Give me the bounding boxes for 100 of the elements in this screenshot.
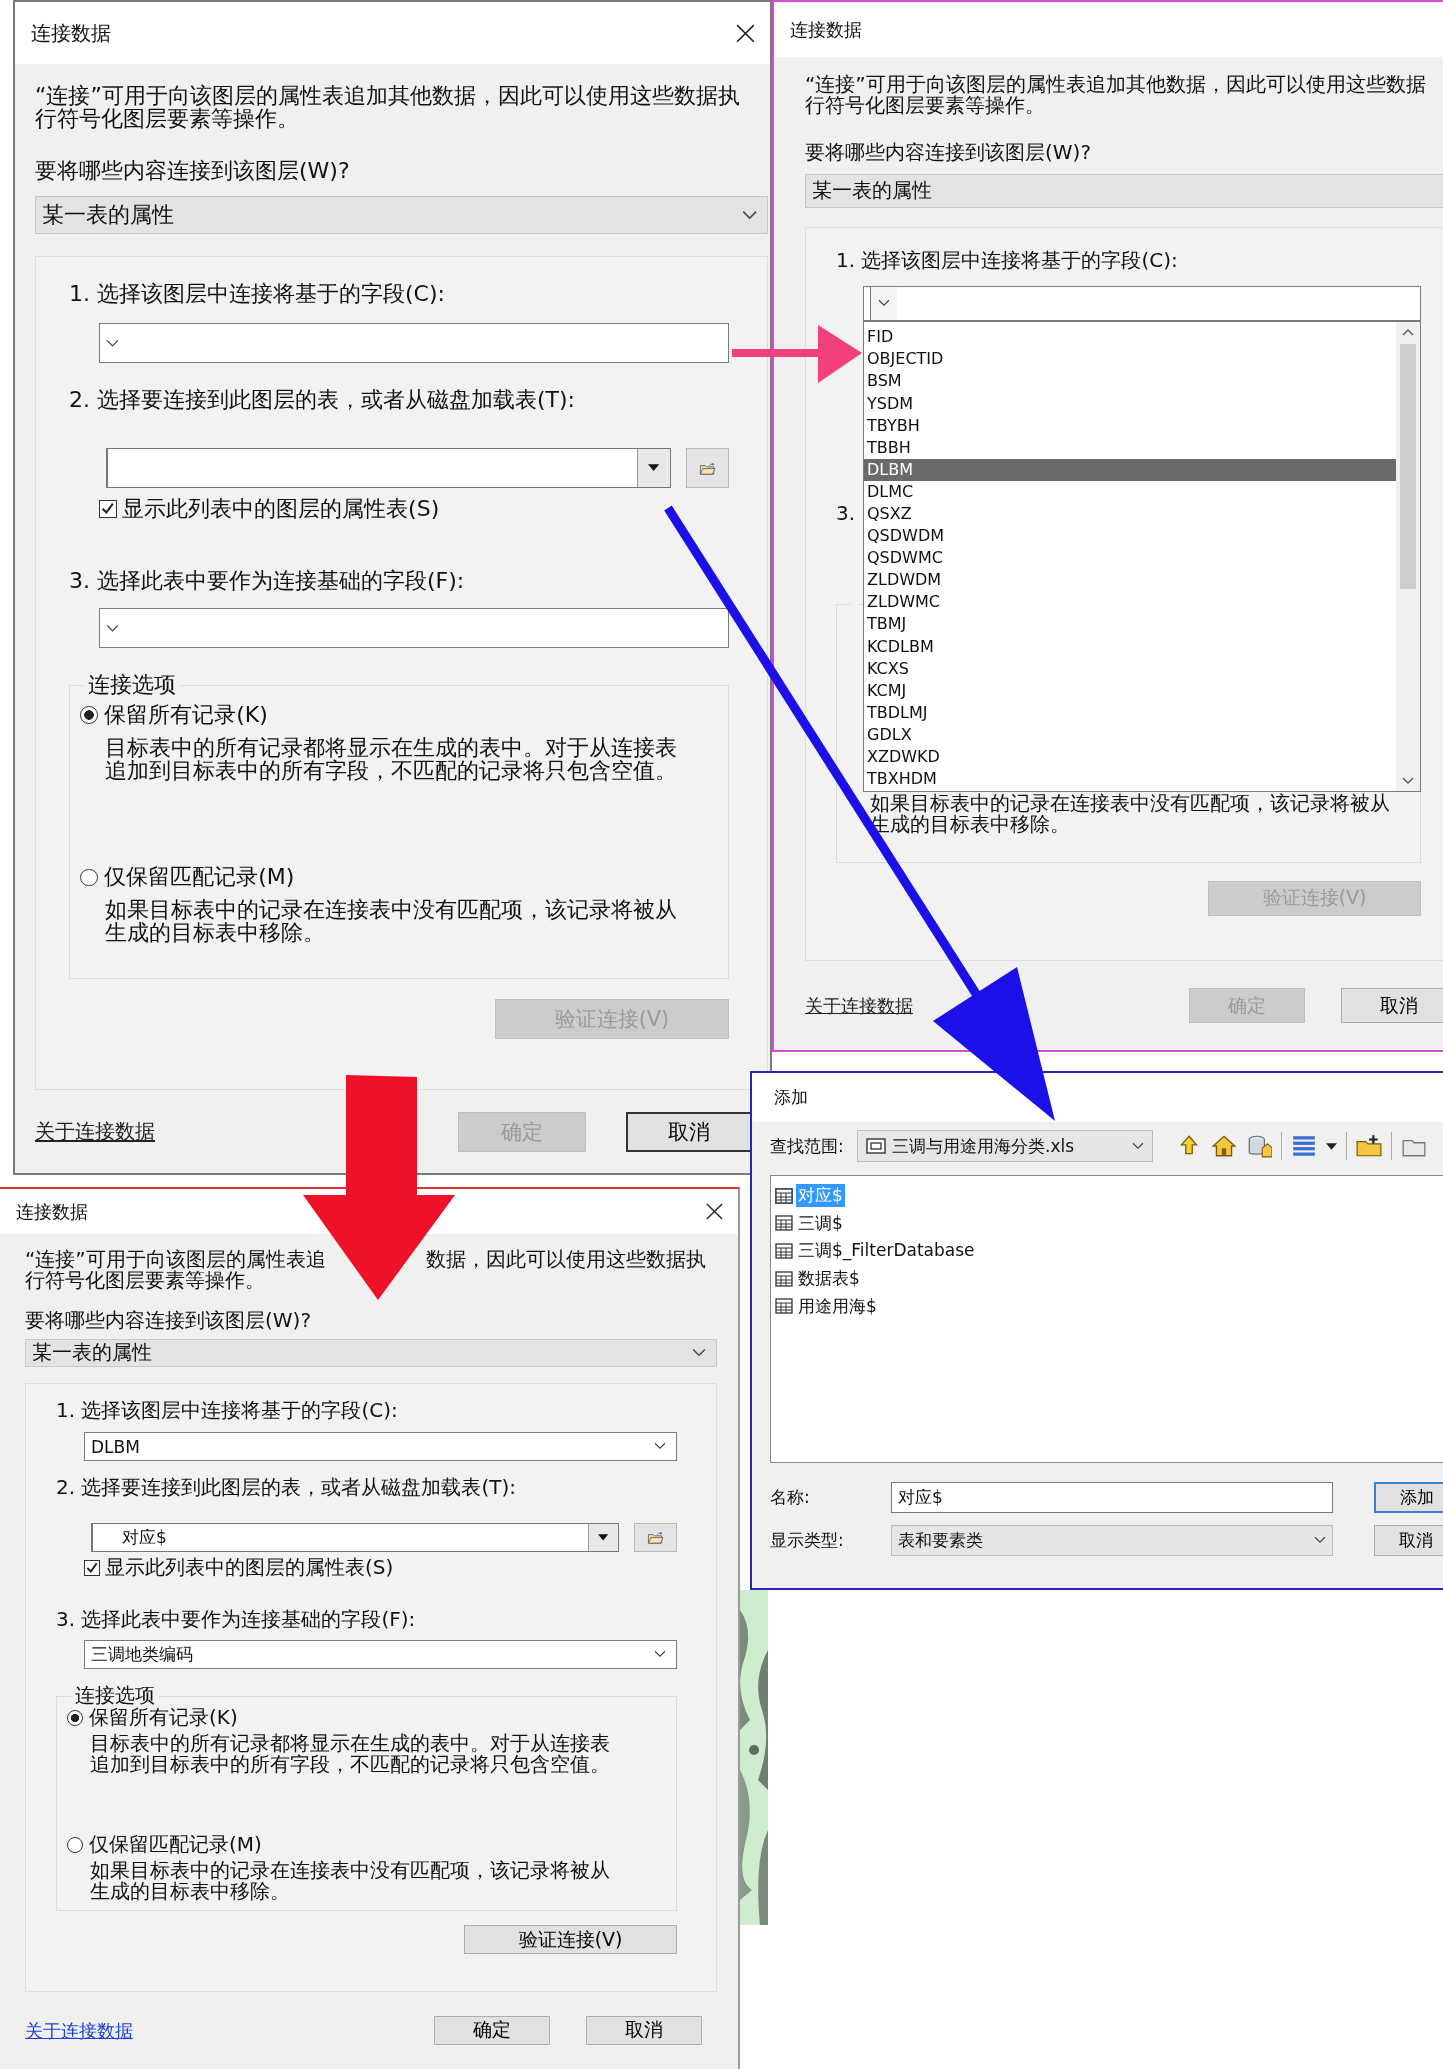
field-dropdown[interactable]: DLBM xyxy=(84,1431,677,1462)
list-item[interactable]: QSDWDM xyxy=(864,525,1396,548)
caret-icon xyxy=(648,464,660,472)
radio-button[interactable] xyxy=(67,1709,83,1726)
help-link[interactable]: 关于连接数据 xyxy=(805,993,913,1018)
table-combo-box[interactable]: 对应$ xyxy=(91,1523,620,1553)
list-item[interactable]: 用途用海$ xyxy=(775,1292,1443,1320)
look-in-label: 查找范围: xyxy=(770,1134,845,1158)
radio-label[interactable]: 仅保留匹配记录(M) xyxy=(89,1831,262,1859)
item-label[interactable]: 三调$_FilterDatabase xyxy=(796,1239,977,1263)
list-item[interactable]: 三调$_FilterDatabase xyxy=(775,1237,1443,1265)
checkbox[interactable] xyxy=(99,500,117,518)
join-type-dropdown[interactable]: 某一表的属性 xyxy=(805,174,1443,208)
step-label: 2. 选择要连接到此图层的表，或者从磁盘加载表(T): xyxy=(69,387,575,413)
list-item[interactable]: KCDLBM xyxy=(864,635,1396,658)
item-label[interactable]: 用途用海$ xyxy=(796,1294,879,1318)
option-description: 目标表中的所有记录都将显示在生成的表中。对于从连接表 追加到目标表中的所有字段，不匹配的记录将只包含空值。 xyxy=(105,736,679,783)
radio-button[interactable] xyxy=(80,868,98,887)
option-description: 如果目标表中的记录在连接表中没有匹配项，该记录将被从 生成的目标表中移除。 xyxy=(90,1859,611,1902)
chevron-icon xyxy=(106,338,120,348)
validate-button[interactable]: 验证连接(V) xyxy=(464,1925,677,1955)
caret-icon[interactable] xyxy=(1326,1142,1337,1150)
dropdown-button[interactable] xyxy=(587,1524,619,1552)
list-item[interactable]: 数据表$ xyxy=(775,1264,1443,1293)
step-label: 3. 选择此表中要作为连接基础的字段(F): xyxy=(69,568,465,594)
checkbox-label[interactable]: 显示此列表中的图层的属性表(S) xyxy=(105,1554,394,1582)
chevron-icon xyxy=(654,1650,666,1659)
database-icon[interactable] xyxy=(1246,1133,1272,1159)
dropdown-button[interactable] xyxy=(636,449,671,488)
add-folder-icon[interactable] xyxy=(1356,1133,1382,1159)
chevron-icon xyxy=(1314,1536,1326,1545)
field-dropdown[interactable] xyxy=(99,608,729,649)
checkbox[interactable] xyxy=(84,1559,100,1576)
cancel-button[interactable]: 取消 xyxy=(1341,987,1443,1024)
list-item[interactable]: TBMJ xyxy=(864,613,1396,636)
radio-label[interactable]: 仅保留匹配记录(M) xyxy=(104,862,295,893)
table-icon xyxy=(775,1215,793,1232)
field-dropdown[interactable]: 三调地类编码 xyxy=(84,1639,677,1670)
list-item[interactable]: TBXHDM xyxy=(864,768,1396,791)
item-label[interactable]: 三调$ xyxy=(796,1211,845,1235)
option-description: 目标表中的所有记录都将显示在生成的表中。对于从连接表 追加到目标表中的所有字段，不匹配的记录将只包含空值。 xyxy=(90,1733,611,1776)
type-label: 显示类型: xyxy=(770,1529,845,1552)
checkbox-label[interactable]: 显示此列表中的图层的属性表(S) xyxy=(122,494,440,525)
group-title: 连接选项 xyxy=(87,671,177,700)
list-item[interactable]: KCXS xyxy=(864,657,1396,680)
list-item[interactable]: ZLDWMC xyxy=(864,591,1396,614)
list-item[interactable]: ZLDWDM xyxy=(864,569,1396,592)
location-dropdown[interactable]: 三调与用途用海分类.xls xyxy=(857,1130,1153,1162)
scroll-down-icon[interactable] xyxy=(1402,777,1414,786)
help-link[interactable]: 关于连接数据 xyxy=(35,1118,155,1146)
list-item[interactable]: DLMC xyxy=(864,480,1396,503)
list-item[interactable]: QSXZ xyxy=(864,503,1396,526)
list-item[interactable]: 三调$ xyxy=(775,1209,1443,1238)
chevron-icon xyxy=(877,299,890,308)
folder-icon xyxy=(647,1531,665,1545)
chevron-icon xyxy=(654,1442,666,1451)
list-item[interactable]: DLBM xyxy=(864,458,1396,481)
list-item[interactable]: GDLX xyxy=(864,723,1396,747)
field-dropdown[interactable] xyxy=(863,286,1421,322)
list-view-icon[interactable] xyxy=(1291,1133,1317,1159)
join-type-dropdown[interactable]: 某一表的属性 xyxy=(35,196,768,235)
list-item[interactable]: YSDM xyxy=(864,392,1396,415)
list-item[interactable]: FID xyxy=(864,326,1396,349)
scrollbar[interactable] xyxy=(1396,322,1420,792)
list-item[interactable]: TBDLMJ xyxy=(864,701,1396,724)
help-link[interactable]: 关于连接数据 xyxy=(25,2018,133,2043)
scrollbar-thumb[interactable] xyxy=(1400,344,1416,590)
cancel-button[interactable]: 取消 xyxy=(586,2015,702,2046)
list-item[interactable]: TBYBH xyxy=(864,414,1396,437)
open-folder-button[interactable] xyxy=(634,1523,677,1553)
step-label: 3. 选择此表中要作为连接基础的字段(F): xyxy=(56,1607,416,1632)
name-field[interactable]: 对应$ xyxy=(891,1482,1333,1513)
step-label: 3. xyxy=(836,500,856,525)
list-item[interactable]: XZDWKD xyxy=(864,746,1396,769)
folder-icon xyxy=(699,461,717,475)
table-icon xyxy=(775,1187,793,1204)
list-item[interactable]: TBBH xyxy=(864,436,1396,459)
open-folder-button[interactable] xyxy=(686,448,729,489)
table-combo-box[interactable] xyxy=(106,448,672,489)
list-item[interactable]: KCMJ xyxy=(864,679,1396,702)
home-icon[interactable] xyxy=(1211,1133,1237,1159)
type-dropdown[interactable]: 表和要素类 xyxy=(891,1525,1333,1556)
close-icon[interactable] xyxy=(705,1202,724,1222)
cancel-button[interactable]: 取消 xyxy=(1374,1525,1443,1556)
cancel-button[interactable]: 取消 xyxy=(625,1111,753,1152)
join-type-dropdown[interactable]: 某一表的属性 xyxy=(25,1339,717,1367)
item-label[interactable]: 数据表$ xyxy=(796,1267,862,1291)
add-button[interactable]: 添加 xyxy=(1374,1482,1443,1513)
list-item[interactable]: QSDWMC xyxy=(864,547,1396,570)
window-title: 连接数据 xyxy=(16,1200,88,1225)
field-dropdown[interactable] xyxy=(99,323,729,364)
ok-button[interactable]: 确定 xyxy=(434,2015,551,2046)
scroll-up-icon[interactable] xyxy=(1402,328,1414,337)
close-icon[interactable] xyxy=(735,22,756,44)
radio-label[interactable]: 保留所有记录(K) xyxy=(104,700,268,731)
list-item[interactable]: BSM xyxy=(864,370,1396,393)
radio-button[interactable] xyxy=(80,706,98,724)
radio-button[interactable] xyxy=(67,1836,83,1853)
question-label: 要将哪些内容连接到该图层(W)? xyxy=(805,140,1091,164)
list-item[interactable]: OBJECTID xyxy=(864,348,1396,371)
